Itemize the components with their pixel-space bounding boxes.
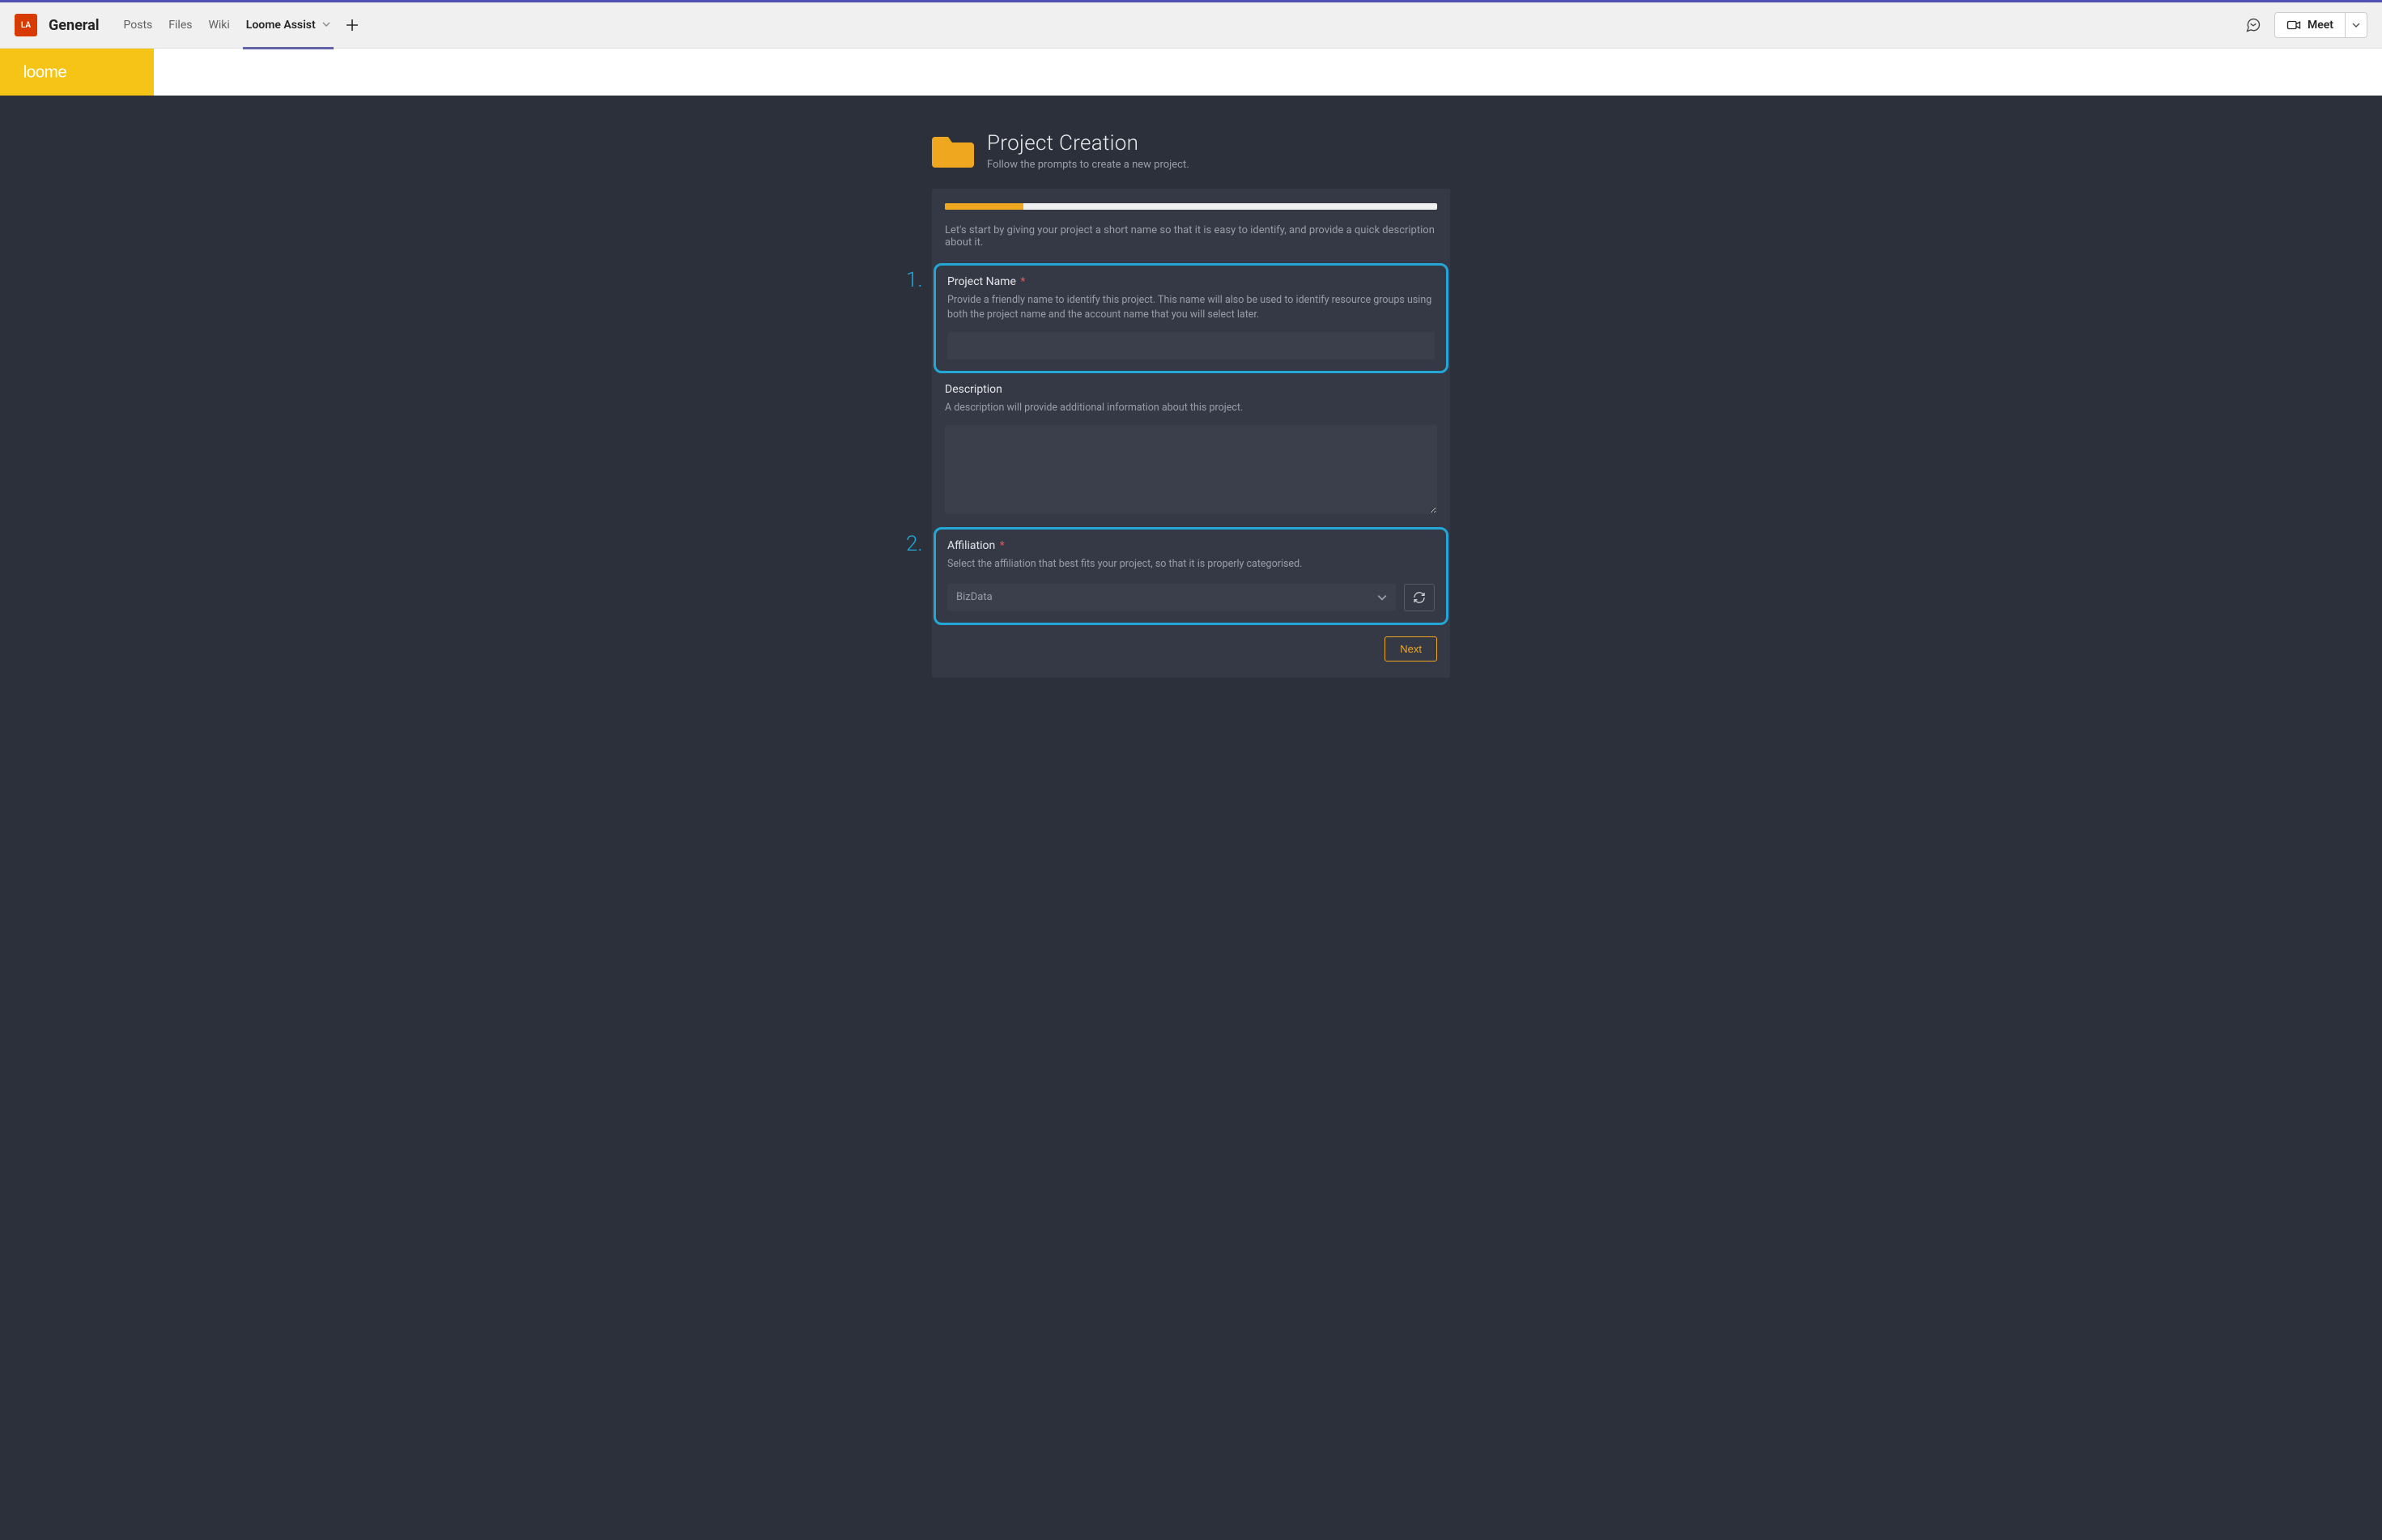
tab-files[interactable]: Files xyxy=(160,1,200,49)
callout-number-1: 1. xyxy=(906,268,923,292)
svg-text:loome: loome xyxy=(23,63,67,82)
project-name-section: 1. Project Name * Provide a friendly nam… xyxy=(945,263,1437,373)
teams-top-bar: LA General Posts Files Wiki Loome Assist xyxy=(0,0,2382,49)
next-button[interactable]: Next xyxy=(1385,636,1437,662)
loome-header: loome xyxy=(0,49,2382,96)
project-name-label-text: Project Name xyxy=(947,275,1016,288)
progress-bar xyxy=(945,203,1437,210)
affiliation-hint: Select the affiliation that best fits yo… xyxy=(947,557,1435,572)
add-tab-button[interactable] xyxy=(338,18,359,32)
affiliation-highlight: Affiliation * Select the affiliation tha… xyxy=(934,527,1448,624)
project-name-highlight: Project Name * Provide a friendly name t… xyxy=(934,263,1448,373)
plus-icon xyxy=(345,18,359,32)
refresh-icon xyxy=(1413,591,1426,604)
affiliation-label-text: Affiliation xyxy=(947,539,995,552)
project-name-hint: Provide a friendly name to identify this… xyxy=(947,293,1435,322)
meet-button[interactable]: Meet xyxy=(2274,12,2346,38)
chevron-down-icon xyxy=(322,19,330,32)
team-avatar[interactable]: LA xyxy=(15,14,37,36)
description-section: Description A description will provide a… xyxy=(945,381,1437,527)
meet-dropdown-button[interactable] xyxy=(2346,12,2367,38)
form-intro-text: Let's start by giving your project a sho… xyxy=(945,224,1437,249)
page-subtitle: Follow the prompts to create a new proje… xyxy=(987,159,1189,171)
affiliation-label: Affiliation * xyxy=(947,539,1435,552)
channel-name[interactable]: General xyxy=(49,17,100,34)
content-column: Project Creation Follow the prompts to c… xyxy=(932,131,1450,1491)
project-name-label: Project Name * xyxy=(947,275,1435,288)
description-input[interactable] xyxy=(945,425,1437,514)
chat-reply-button[interactable] xyxy=(2242,14,2265,36)
affiliation-section: 2. Affiliation * Select the affiliation … xyxy=(945,527,1437,624)
description-hint: A description will provide additional in… xyxy=(945,401,1437,415)
tab-wiki[interactable]: Wiki xyxy=(200,1,237,49)
loome-logo[interactable]: loome xyxy=(0,49,154,96)
loome-logo-icon: loome xyxy=(20,61,134,83)
progress-fill xyxy=(945,203,1023,210)
form-actions: Next xyxy=(945,636,1437,662)
page-title: Project Creation xyxy=(987,131,1189,155)
meet-label: Meet xyxy=(2308,19,2333,32)
tab-loome-assist[interactable]: Loome Assist xyxy=(238,1,338,49)
required-mark: * xyxy=(1000,539,1005,552)
required-mark: * xyxy=(1020,275,1025,288)
affiliation-refresh-button[interactable] xyxy=(1404,584,1435,611)
teams-right-group: Meet xyxy=(2242,12,2367,38)
folder-icon xyxy=(932,132,974,171)
page-header: Project Creation Follow the prompts to c… xyxy=(932,131,1450,171)
chevron-down-icon xyxy=(2352,21,2360,29)
tab-posts[interactable]: Posts xyxy=(116,1,161,49)
chevron-down-icon xyxy=(1377,593,1387,602)
chat-icon xyxy=(2245,17,2261,33)
meet-button-group: Meet xyxy=(2274,12,2367,38)
affiliation-selected-value: BizData xyxy=(956,591,993,603)
callout-number-2: 2. xyxy=(906,532,923,556)
affiliation-select[interactable]: BizData xyxy=(947,584,1396,611)
tab-loome-assist-label: Loome Assist xyxy=(246,19,316,32)
description-label: Description xyxy=(945,383,1437,396)
form-card: Let's start by giving your project a sho… xyxy=(932,189,1450,678)
main-area: Project Creation Follow the prompts to c… xyxy=(0,96,2382,1540)
video-icon xyxy=(2286,18,2301,32)
teams-tabs: Posts Files Wiki Loome Assist xyxy=(116,1,359,49)
project-name-input[interactable] xyxy=(947,332,1435,359)
teams-left-group: LA General Posts Files Wiki Loome Assist xyxy=(15,1,359,49)
